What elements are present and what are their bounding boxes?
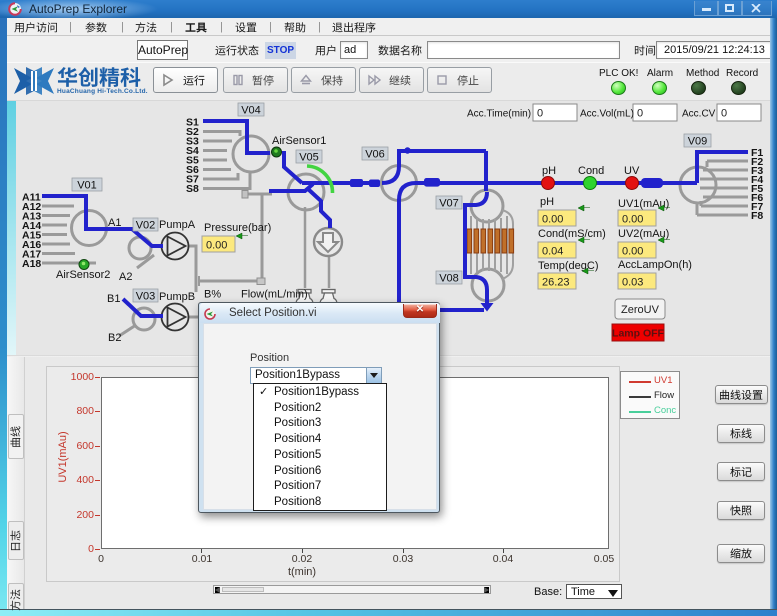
svg-text:0.00: 0.00 xyxy=(622,214,643,226)
svg-text:0: 0 xyxy=(721,108,727,120)
svg-text:0: 0 xyxy=(537,108,543,120)
svg-text:F8: F8 xyxy=(751,210,763,222)
svg-text:A2: A2 xyxy=(119,271,132,283)
svg-text:V02: V02 xyxy=(136,220,156,232)
svg-text:Cond: Cond xyxy=(578,165,604,177)
svg-text:F3: F3 xyxy=(751,165,763,177)
svg-text:V05: V05 xyxy=(299,152,319,164)
svg-text:A17: A17 xyxy=(22,249,41,261)
svg-text:A16: A16 xyxy=(22,239,41,251)
svg-text:V09: V09 xyxy=(688,136,708,148)
svg-text:S7: S7 xyxy=(186,174,199,186)
svg-text:AirSensor2: AirSensor2 xyxy=(56,269,110,281)
svg-text:S5: S5 xyxy=(186,155,199,167)
svg-text:A18: A18 xyxy=(22,258,41,270)
svg-text:PumpA: PumpA xyxy=(159,219,196,231)
svg-text:F1: F1 xyxy=(751,147,763,159)
svg-text:A1: A1 xyxy=(108,217,121,229)
svg-text:Temp(degC): Temp(degC) xyxy=(538,260,599,272)
svg-text:V06: V06 xyxy=(365,149,385,161)
svg-text:Cond(mS/cm): Cond(mS/cm) xyxy=(538,228,606,240)
svg-text:Lamp OFF: Lamp OFF xyxy=(612,328,665,340)
svg-text:UV1(mAu): UV1(mAu) xyxy=(618,198,669,210)
svg-text:0.00: 0.00 xyxy=(622,246,643,258)
svg-text:Flow(mL/min): Flow(mL/min) xyxy=(241,289,308,301)
svg-text:F6: F6 xyxy=(751,192,763,204)
svg-text:V01: V01 xyxy=(77,180,97,192)
svg-text:V08: V08 xyxy=(439,273,459,285)
svg-text:0.04: 0.04 xyxy=(542,246,563,258)
svg-text:V03: V03 xyxy=(136,291,156,303)
svg-text:A14: A14 xyxy=(22,220,41,232)
svg-text:B2: B2 xyxy=(108,332,121,344)
svg-text:A12: A12 xyxy=(22,201,41,213)
svg-text:S8: S8 xyxy=(186,183,199,195)
svg-text:S2: S2 xyxy=(186,126,199,138)
svg-text:UV2(mAu): UV2(mAu) xyxy=(618,228,669,240)
svg-text:A11: A11 xyxy=(22,192,41,204)
svg-text:pH: pH xyxy=(540,196,554,208)
svg-text:0.03: 0.03 xyxy=(622,277,643,289)
svg-text:A15: A15 xyxy=(22,230,41,242)
svg-text:S1: S1 xyxy=(186,117,199,129)
svg-text:26.23: 26.23 xyxy=(542,277,570,289)
svg-text:AirSensor1: AirSensor1 xyxy=(272,135,326,147)
svg-text:V07: V07 xyxy=(439,198,459,210)
svg-text:Pressure(bar): Pressure(bar) xyxy=(204,222,271,234)
svg-text:B%: B% xyxy=(204,289,221,301)
svg-text:F4: F4 xyxy=(751,174,763,186)
svg-text:Acc.Time(min): Acc.Time(min) xyxy=(467,109,531,120)
svg-text:S6: S6 xyxy=(186,164,199,176)
svg-text:AccLampOn(h): AccLampOn(h) xyxy=(618,259,692,271)
svg-text:A13: A13 xyxy=(22,211,41,223)
svg-text:Acc.CV: Acc.CV xyxy=(682,109,716,120)
svg-text:Acc.Vol(mL): Acc.Vol(mL) xyxy=(580,109,634,120)
svg-text:0.00: 0.00 xyxy=(542,214,563,226)
svg-text:0: 0 xyxy=(637,108,643,120)
svg-text:pH: pH xyxy=(542,165,556,177)
svg-text:V04: V04 xyxy=(241,105,261,117)
svg-text:F7: F7 xyxy=(751,201,763,213)
svg-text:ZeroUV: ZeroUV xyxy=(621,304,660,316)
svg-text:PumpB: PumpB xyxy=(159,291,195,303)
svg-text:B1: B1 xyxy=(107,293,120,305)
svg-text:F2: F2 xyxy=(751,156,763,168)
svg-text:F5: F5 xyxy=(751,183,763,195)
svg-text:S3: S3 xyxy=(186,136,199,148)
svg-text:UV: UV xyxy=(624,165,640,177)
svg-text:S4: S4 xyxy=(186,145,199,157)
svg-text:0.00: 0.00 xyxy=(206,240,227,252)
